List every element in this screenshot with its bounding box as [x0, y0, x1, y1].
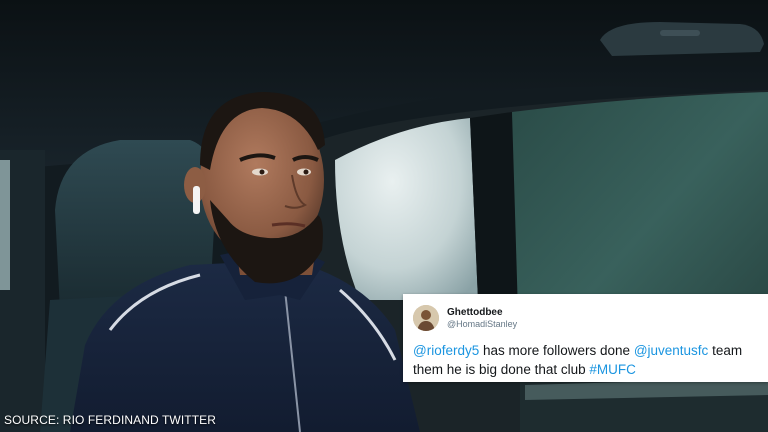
- photo-source-caption: SOURCE: RIO FERDINAND TWITTER: [4, 413, 217, 427]
- tweet-header: Ghettodbee @HomadiStanley: [413, 302, 758, 334]
- tweet-text-segment: them he is big done that club: [413, 362, 590, 377]
- tweet-display-name: Ghettodbee: [447, 307, 503, 319]
- tweet-text-segment: team: [708, 343, 743, 358]
- hashtag-link: #MUFC: [589, 362, 636, 377]
- tweet-text-segment: has more followers done: [479, 343, 634, 358]
- mention-link: @rioferdy5: [413, 343, 480, 358]
- news-image: Ghettodbee @HomadiStanley @rioferdy5 has…: [0, 0, 768, 432]
- tweet-handle: @HomadiStanley: [447, 318, 518, 329]
- tweet-text: @rioferdy5 has more followers done @juve…: [413, 341, 758, 379]
- mention-link: @juventusfc: [633, 343, 709, 358]
- tweet-line-2: them he is big done that club #MUFC: [413, 360, 758, 379]
- tweet-card: Ghettodbee @HomadiStanley @rioferdy5 has…: [403, 294, 768, 382]
- tweet-line-1: @rioferdy5 has more followers done @juve…: [413, 341, 758, 360]
- avatar: [413, 305, 439, 331]
